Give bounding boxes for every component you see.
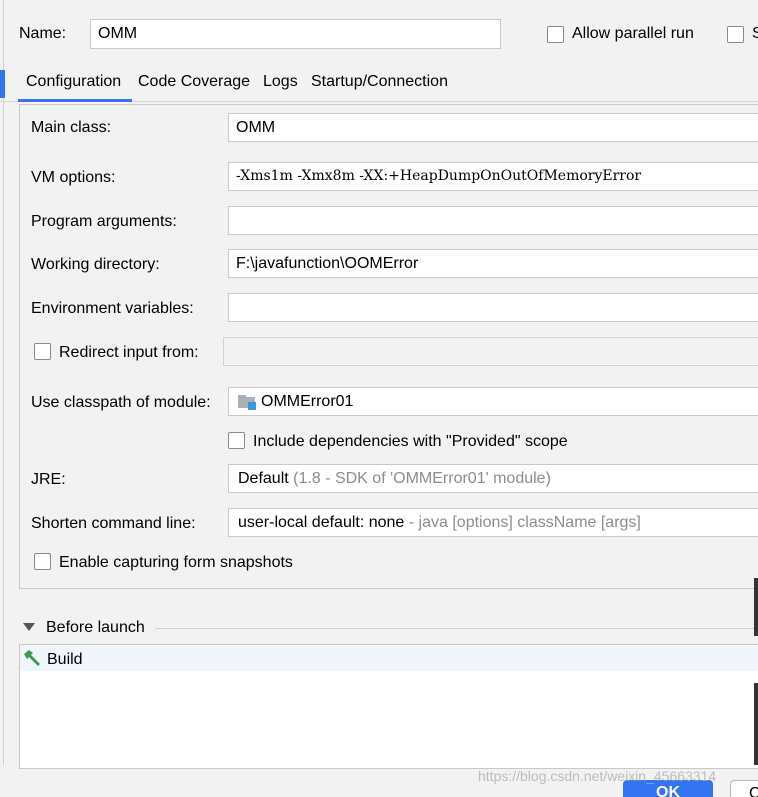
collapse-triangle-icon[interactable]	[23, 623, 35, 632]
watermark: https://blog.csdn.net/weixin_45663314	[478, 768, 717, 784]
name-label: Name:	[19, 25, 67, 42]
module-folder-icon	[238, 395, 256, 410]
before-launch-title: Before launch	[46, 619, 145, 636]
environment-variables-label: Environment variables:	[31, 300, 194, 317]
redirect-input-field	[223, 337, 758, 366]
jre-value: Default	[238, 470, 289, 487]
jre-hint: (1.8 - SDK of 'OMMError01' module)	[293, 470, 551, 487]
scrollbar-upper[interactable]	[754, 578, 758, 636]
include-dependencies-label: Include dependencies with "Provided" sco…	[253, 433, 568, 450]
working-directory-label: Working directory:	[31, 256, 160, 273]
allow-parallel-run-checkbox[interactable]	[547, 26, 564, 43]
program-arguments-input[interactable]	[228, 206, 758, 235]
classpath-module-select[interactable]: OMMError01	[228, 387, 758, 416]
build-label: Build	[47, 651, 83, 668]
cancel-button[interactable]: C	[730, 780, 758, 797]
store-as-file-label: S	[752, 25, 758, 42]
jre-select[interactable]: Default (1.8 - SDK of 'OMMError01' modul…	[228, 464, 758, 493]
redirect-input-checkbox[interactable]	[34, 343, 51, 360]
classpath-module-value: OMMError01	[261, 393, 354, 410]
allow-parallel-run-label: Allow parallel run	[572, 25, 694, 42]
program-arguments-label: Program arguments:	[31, 213, 177, 230]
selected-tab-indicator	[18, 99, 132, 102]
enable-capturing-checkbox[interactable]	[34, 553, 51, 570]
store-as-file-checkbox[interactable]	[727, 26, 744, 43]
working-directory-input[interactable]: F:\javafunction\OOMError	[228, 249, 758, 278]
left-sidebar-selection	[0, 70, 5, 98]
name-input[interactable]: OMM	[90, 19, 501, 49]
shorten-command-line-hint: - java [options] className [args]	[408, 514, 641, 531]
main-class-input[interactable]: OMM	[228, 113, 758, 142]
before-launch-divider	[155, 628, 758, 629]
jre-label: JRE:	[31, 471, 66, 488]
include-dependencies-checkbox[interactable]	[228, 432, 245, 449]
shorten-command-line-select[interactable]: user-local default: none - java [options…	[228, 508, 758, 537]
shorten-command-line-value: user-local default: none	[238, 514, 405, 531]
classpath-module-label: Use classpath of module:	[31, 394, 211, 411]
vm-options-label: VM options:	[31, 169, 116, 186]
tab-logs[interactable]: Logs	[263, 72, 298, 92]
enable-capturing-label: Enable capturing form snapshots	[59, 554, 293, 571]
left-sidebar-strip	[0, 0, 4, 765]
before-launch-item-build[interactable]	[20, 645, 758, 671]
scrollbar-lower[interactable]	[754, 683, 758, 765]
tab-startup-connection[interactable]: Startup/Connection	[311, 72, 448, 92]
main-class-label: Main class:	[31, 119, 112, 136]
environment-variables-input[interactable]	[228, 293, 758, 322]
shorten-command-line-label: Shorten command line:	[31, 515, 196, 532]
tab-code-coverage[interactable]: Code Coverage	[138, 72, 250, 92]
vm-options-input[interactable]: -Xms1m -Xmx8m -XX:+HeapDumpOnOutOfMemory…	[228, 162, 758, 191]
redirect-input-label: Redirect input from:	[59, 344, 199, 361]
hammer-icon	[24, 650, 40, 666]
tab-configuration[interactable]: Configuration	[26, 72, 121, 92]
